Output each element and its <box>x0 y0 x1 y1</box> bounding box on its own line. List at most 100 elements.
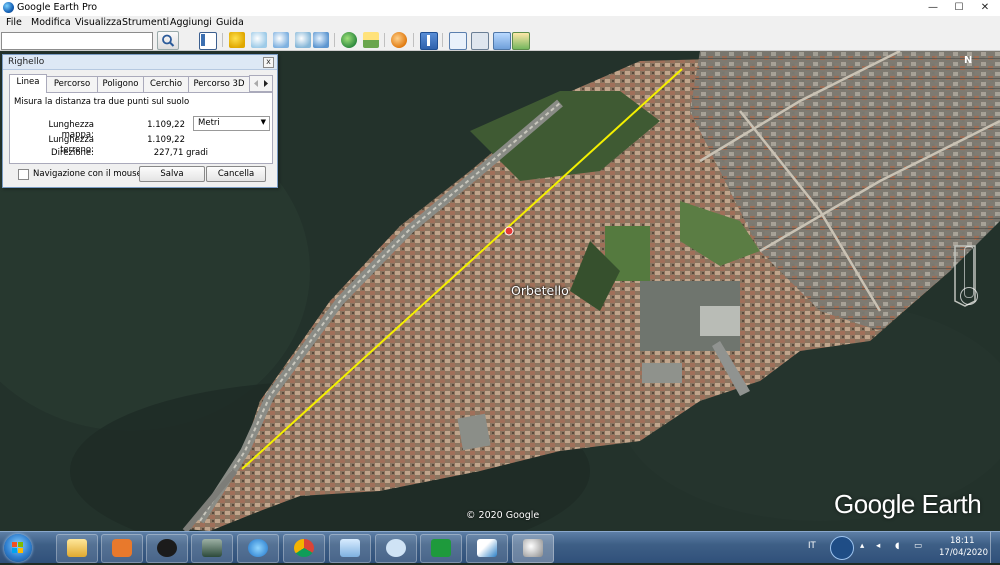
search-input[interactable] <box>1 32 153 50</box>
ground-length-value: 1.109,22 <box>147 135 185 145</box>
mouse-navigation-label: Navigazione con il mouse <box>33 169 142 179</box>
taskbar-hp[interactable] <box>146 534 188 563</box>
tab-scroll-icons <box>254 80 268 87</box>
menu-guida[interactable]: Guida <box>216 17 244 28</box>
toolbar-separator <box>384 33 385 47</box>
planets-icon[interactable] <box>391 32 407 48</box>
mouse-navigation-checkbox[interactable] <box>18 169 29 180</box>
search-icon <box>162 34 175 47</box>
clock-date[interactable]: 17/04/2020 <box>939 548 988 558</box>
image-overlay-icon[interactable] <box>295 32 311 48</box>
help-icon[interactable] <box>830 536 854 560</box>
windows-logo-icon <box>12 542 23 553</box>
unit-select-value: Metri <box>198 118 220 128</box>
sunlight-icon[interactable] <box>363 32 379 48</box>
minimize-button[interactable]: — <box>920 0 946 16</box>
placemark-icon[interactable] <box>229 32 245 48</box>
historical-imagery-icon[interactable] <box>341 32 357 48</box>
imagery-copyright: © 2020 Google <box>466 510 540 521</box>
tab-scroll-arrows[interactable] <box>249 75 273 92</box>
ruler-tabs: Linea Percorso Poligono Cerchio Percorso… <box>9 74 275 93</box>
menu-visualizza[interactable]: Visualizza <box>75 17 122 28</box>
menu-file[interactable]: File <box>6 17 22 28</box>
taskbar-game[interactable] <box>191 534 233 563</box>
heading-label: Direzione: <box>51 148 94 158</box>
tray-expand-icon[interactable]: ▴ <box>860 541 864 551</box>
tab-poligono[interactable]: Poligono <box>97 76 144 92</box>
cancel-button[interactable]: Cancella <box>206 166 266 182</box>
chevron-down-icon: ▼ <box>260 118 266 126</box>
show-desktop-button[interactable] <box>990 532 1000 563</box>
search-button[interactable] <box>157 31 179 50</box>
toolbar-separator <box>413 33 414 47</box>
menu-strumenti[interactable]: Strumenti <box>122 17 169 28</box>
tab-percorso-3d[interactable]: Percorso 3D <box>188 76 250 92</box>
menu-aggiungi[interactable]: Aggiungi <box>170 17 212 28</box>
google-earth-app-icon <box>3 2 14 13</box>
save-button[interactable]: Salva <box>139 166 205 182</box>
language-indicator[interactable]: IT <box>808 541 816 551</box>
taskbar-notes[interactable] <box>329 534 371 563</box>
ruler-description: Misura la distanza tra due punti sul suo… <box>14 97 190 107</box>
polygon-icon[interactable] <box>251 32 267 48</box>
zoom-slider-handle[interactable] <box>960 287 978 305</box>
ruler-line-panel: Misura la distanza tra due punti sul suo… <box>9 92 273 164</box>
tab-cerchio[interactable]: Cerchio <box>143 76 189 92</box>
pen-app-icon <box>477 539 497 557</box>
sidebar-icon[interactable] <box>199 32 217 50</box>
taskbar-google-earth[interactable] <box>512 534 554 563</box>
clock-time[interactable]: 18:11 <box>950 536 975 546</box>
notes-icon <box>340 539 360 557</box>
path-icon[interactable] <box>273 32 289 48</box>
window-title: Google Earth Pro <box>17 2 98 13</box>
ruler-dialog-header[interactable]: Righello x <box>3 55 277 70</box>
taskbar-explorer[interactable] <box>56 534 98 563</box>
maps-view-icon[interactable] <box>512 32 530 50</box>
start-button[interactable] <box>4 534 32 562</box>
taskbar-magnifier[interactable] <box>375 534 417 563</box>
battery-icon[interactable]: ▭ <box>914 541 922 551</box>
ruler-dialog-title: Righello <box>8 57 45 67</box>
taskbar-flash-app[interactable] <box>420 534 462 563</box>
print-icon[interactable] <box>471 32 489 50</box>
media-player-icon <box>112 539 132 557</box>
taskbar-pen-app[interactable] <box>466 534 508 563</box>
tour-icon[interactable] <box>313 32 329 48</box>
place-marker-icon <box>504 226 514 236</box>
taskbar-chrome[interactable] <box>283 534 325 563</box>
compass-icon[interactable]: N <box>956 53 984 77</box>
ruler-close-button[interactable]: x <box>263 57 274 68</box>
toolbar-separator <box>334 33 335 47</box>
magnifier-icon <box>386 539 406 557</box>
internet-explorer-icon <box>248 539 268 557</box>
ruler-icon[interactable] <box>420 32 438 50</box>
place-label: Orbetello <box>511 283 569 298</box>
toolbar <box>0 30 1000 51</box>
chrome-icon <box>294 539 314 557</box>
taskbar: IT ▴ ◂ ◖ ▭ 18:11 17/04/2020 <box>0 531 1000 563</box>
taskbar-internet-explorer[interactable] <box>237 534 279 563</box>
game-icon <box>202 539 222 557</box>
ruler-dialog: Righello x Linea Percorso Poligono Cerch… <box>2 54 278 188</box>
tab-percorso[interactable]: Percorso <box>46 76 98 92</box>
email-icon[interactable] <box>449 32 467 50</box>
flash-app-icon <box>431 539 451 557</box>
title-bar: Google Earth Pro — ☐ ✕ <box>0 0 1000 17</box>
toolbar-separator <box>222 33 223 47</box>
network-icon[interactable]: ◂ <box>876 541 880 551</box>
compass-north-label: N <box>964 55 973 66</box>
maximize-button[interactable]: ☐ <box>946 0 972 16</box>
menu-bar: File Modifica Visualizza Strumenti Aggiu… <box>0 16 1000 30</box>
taskbar-media-player[interactable] <box>101 534 143 563</box>
unit-select[interactable]: Metri ▼ <box>193 116 270 131</box>
map-length-value: 1.109,22 <box>147 120 185 130</box>
heading-value: 227,71 gradi <box>153 148 208 158</box>
menu-modifica[interactable]: Modifica <box>31 17 71 28</box>
save-image-icon[interactable] <box>493 32 511 50</box>
toolbar-separator <box>442 33 443 47</box>
close-button[interactable]: ✕ <box>972 0 998 16</box>
folder-icon <box>67 539 87 557</box>
tab-linea[interactable]: Linea <box>9 74 47 93</box>
volume-icon[interactable]: ◖ <box>895 541 899 551</box>
hp-icon <box>157 539 177 557</box>
